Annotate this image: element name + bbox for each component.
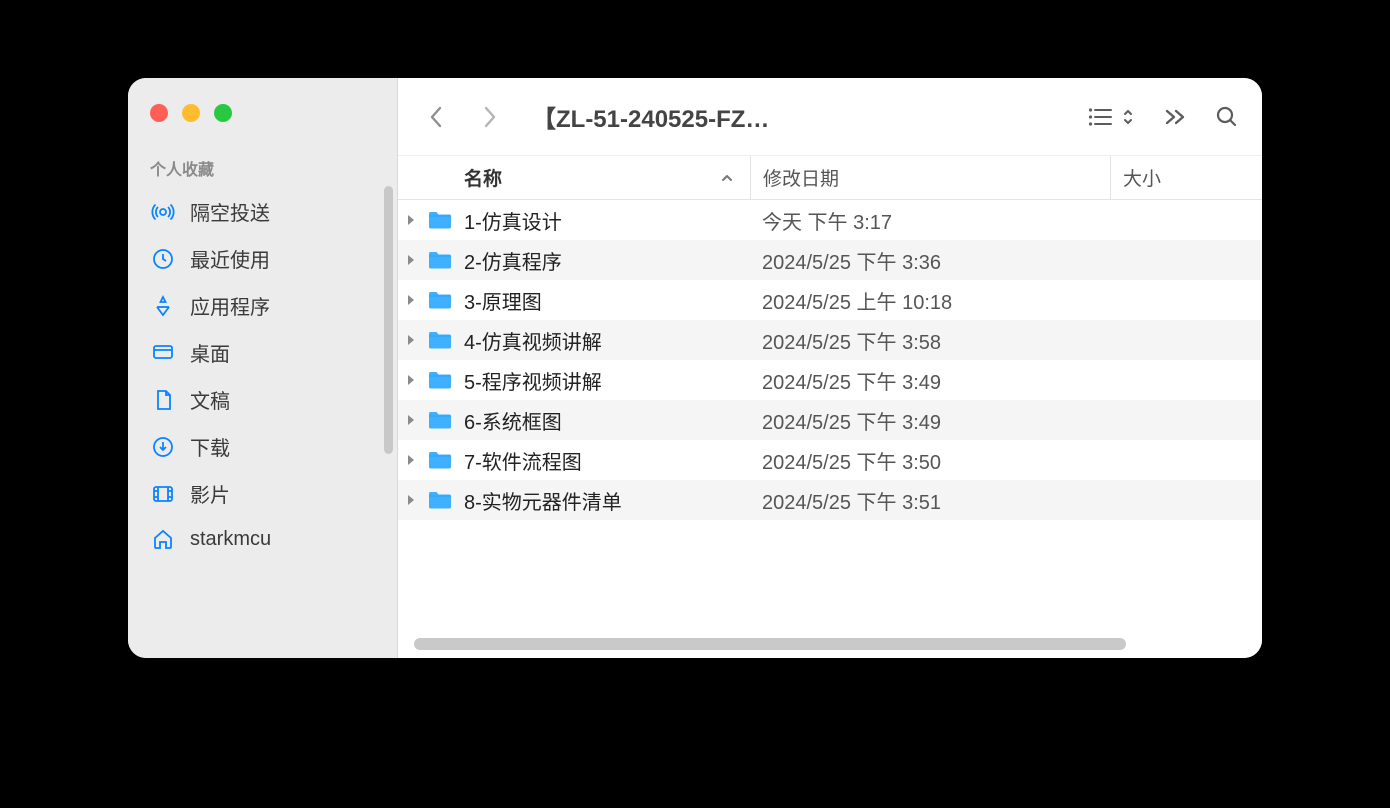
sidebar: 个人收藏 隔空投送 最近使用 应用程序 桌面 [128, 78, 398, 658]
file-name: 2-仿真程序 [464, 246, 562, 275]
folder-icon [426, 489, 454, 511]
chevron-updown-icon [1122, 106, 1134, 128]
disclosure-triangle-icon[interactable] [398, 494, 426, 506]
zoom-window-button[interactable] [214, 104, 232, 122]
clock-icon [150, 246, 176, 272]
file-row[interactable]: 7-软件流程图 2024/5/25 下午 3:50 [398, 440, 1262, 480]
sidebar-item-label: 文稿 [190, 385, 230, 414]
column-date[interactable]: 修改日期 [750, 156, 1110, 199]
sidebar-item-recents[interactable]: 最近使用 [128, 235, 397, 282]
movies-icon [150, 481, 176, 507]
file-name: 3-原理图 [464, 286, 542, 315]
column-size[interactable]: 大小 [1110, 156, 1262, 199]
file-row[interactable]: 1-仿真设计 今天 下午 3:17 [398, 200, 1262, 240]
sidebar-item-applications[interactable]: 应用程序 [128, 282, 397, 329]
sidebar-item-label: 隔空投送 [190, 197, 270, 226]
documents-icon [150, 387, 176, 413]
file-name: 8-实物元器件清单 [464, 486, 622, 515]
finder-window: 个人收藏 隔空投送 最近使用 应用程序 桌面 [128, 78, 1262, 658]
file-row[interactable]: 4-仿真视频讲解 2024/5/25 下午 3:58 [398, 320, 1262, 360]
folder-icon [426, 329, 454, 351]
sidebar-item-label: starkmcu [190, 528, 271, 551]
folder-icon [426, 209, 454, 231]
file-row[interactable]: 8-实物元器件清单 2024/5/25 下午 3:51 [398, 480, 1262, 520]
forward-button[interactable] [472, 100, 506, 134]
file-list: 1-仿真设计 今天 下午 3:17 2-仿真程序 2024/5/25 下午 3:36 3… [398, 200, 1262, 658]
sidebar-item-label: 应用程序 [190, 291, 270, 320]
sidebar-item-documents[interactable]: 文稿 [128, 376, 397, 423]
file-date: 2024/5/25 下午 3:49 [750, 406, 1110, 435]
sidebar-item-label: 影片 [190, 479, 230, 508]
folder-icon [426, 409, 454, 431]
file-date: 2024/5/25 下午 3:50 [750, 446, 1110, 475]
toolbar: 【ZL-51-240525-FZ… [398, 78, 1262, 156]
column-headers: 名称 修改日期 大小 [398, 156, 1262, 200]
disclosure-triangle-icon[interactable] [398, 254, 426, 266]
sidebar-section-favorites: 个人收藏 [128, 146, 397, 188]
file-name: 6-系统框图 [464, 406, 562, 435]
back-button[interactable] [420, 100, 454, 134]
file-row[interactable]: 2-仿真程序 2024/5/25 下午 3:36 [398, 240, 1262, 280]
more-toolbar-button[interactable] [1160, 107, 1188, 127]
minimize-window-button[interactable] [182, 104, 200, 122]
file-name: 1-仿真设计 [464, 206, 562, 235]
file-date: 2024/5/25 下午 3:51 [750, 486, 1110, 515]
file-name: 7-软件流程图 [464, 446, 582, 475]
file-name: 5-程序视频讲解 [464, 366, 602, 395]
file-date: 2024/5/25 下午 3:36 [750, 246, 1110, 275]
apps-icon [150, 293, 176, 319]
window-title: 【ZL-51-240525-FZ… [532, 99, 769, 134]
desktop-icon [150, 340, 176, 366]
sidebar-item-home[interactable]: starkmcu [128, 517, 397, 561]
file-date: 2024/5/25 下午 3:49 [750, 366, 1110, 395]
file-date: 2024/5/25 上午 10:18 [750, 286, 1110, 315]
disclosure-triangle-icon[interactable] [398, 374, 426, 386]
sidebar-item-desktop[interactable]: 桌面 [128, 329, 397, 376]
sidebar-scrollbar[interactable] [384, 186, 393, 454]
folder-icon [426, 449, 454, 471]
file-row[interactable]: 3-原理图 2024/5/25 上午 10:18 [398, 280, 1262, 320]
sidebar-item-label: 下载 [190, 432, 230, 461]
home-icon [150, 526, 176, 552]
disclosure-triangle-icon[interactable] [398, 294, 426, 306]
view-mode-button[interactable] [1088, 106, 1134, 128]
window-controls [128, 94, 397, 146]
horizontal-scrollbar[interactable] [408, 638, 1252, 652]
disclosure-triangle-icon[interactable] [398, 334, 426, 346]
scrollbar-thumb[interactable] [414, 638, 1126, 650]
sidebar-item-airdrop[interactable]: 隔空投送 [128, 188, 397, 235]
main-pane: 【ZL-51-240525-FZ… 名称 [398, 78, 1262, 658]
sidebar-item-label: 桌面 [190, 338, 230, 367]
search-button[interactable] [1214, 104, 1240, 130]
file-row[interactable]: 5-程序视频讲解 2024/5/25 下午 3:49 [398, 360, 1262, 400]
folder-icon [426, 249, 454, 271]
sidebar-item-downloads[interactable]: 下载 [128, 423, 397, 470]
file-name: 4-仿真视频讲解 [464, 326, 602, 355]
airdrop-icon [150, 199, 176, 225]
folder-icon [426, 289, 454, 311]
sidebar-item-label: 最近使用 [190, 244, 270, 273]
close-window-button[interactable] [150, 104, 168, 122]
sort-indicator-icon [720, 171, 734, 185]
folder-icon [426, 369, 454, 391]
sidebar-item-movies[interactable]: 影片 [128, 470, 397, 517]
file-date: 2024/5/25 下午 3:58 [750, 326, 1110, 355]
disclosure-triangle-icon[interactable] [398, 454, 426, 466]
disclosure-triangle-icon[interactable] [398, 214, 426, 226]
file-row[interactable]: 6-系统框图 2024/5/25 下午 3:49 [398, 400, 1262, 440]
disclosure-triangle-icon[interactable] [398, 414, 426, 426]
file-date: 今天 下午 3:17 [750, 206, 1110, 235]
column-name[interactable]: 名称 [398, 164, 750, 191]
downloads-icon [150, 434, 176, 460]
